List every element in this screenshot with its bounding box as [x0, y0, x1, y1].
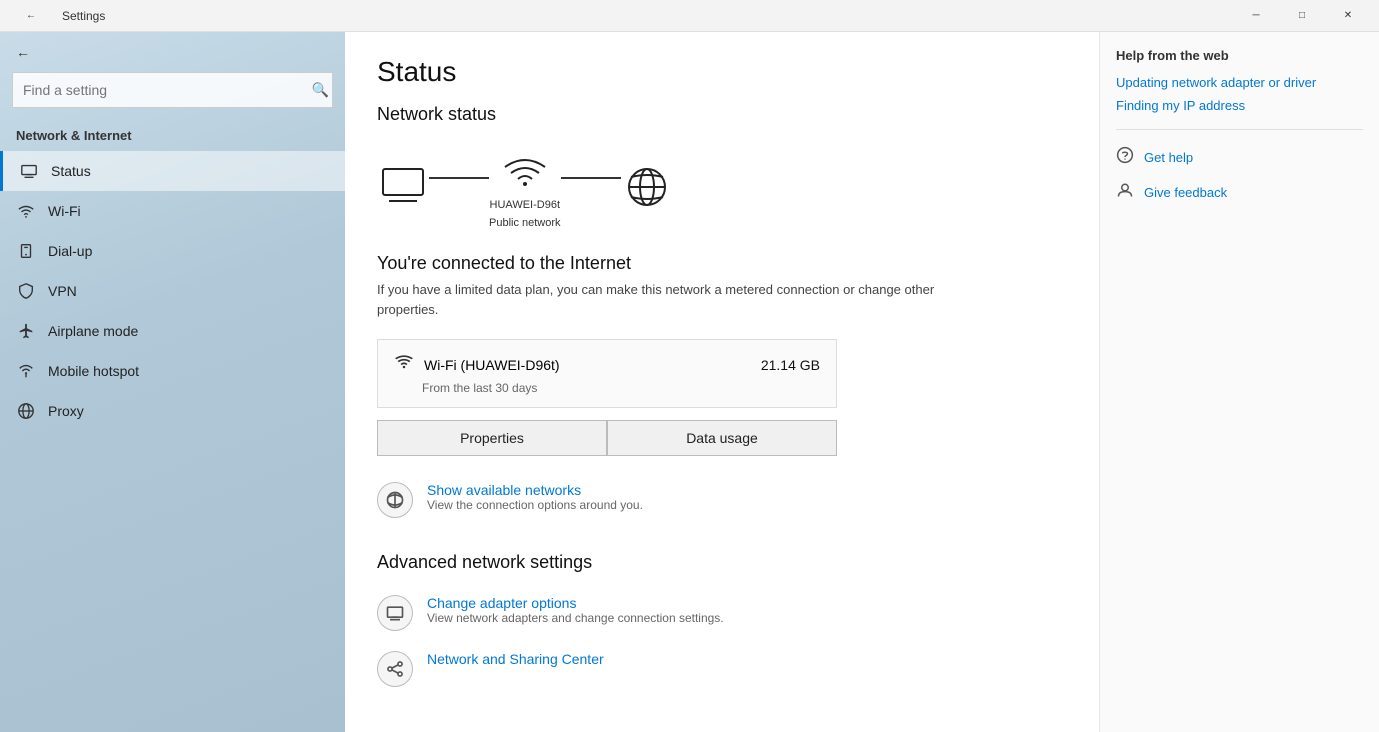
window-controls: ─ □ ✕: [1233, 0, 1371, 32]
network-card-header: Wi-Fi (HUAWEI-D96t) 21.14 GB: [394, 352, 820, 377]
minimize-button[interactable]: ─: [1233, 0, 1279, 32]
sidebar-item-wifi[interactable]: Wi-Fi: [0, 191, 345, 231]
close-button[interactable]: ✕: [1325, 0, 1371, 32]
wifi-signal-icon: HUAWEI-D96t Public network: [489, 145, 561, 229]
sidebar-item-dialup[interactable]: Dial-up: [0, 231, 345, 271]
sidebar-item-vpn[interactable]: VPN: [0, 271, 345, 311]
globe-icon: [621, 163, 673, 211]
show-networks-row[interactable]: Show available networks View the connect…: [377, 472, 1067, 528]
give-feedback-icon: [1116, 181, 1134, 204]
get-help-icon: [1116, 146, 1134, 169]
wifi-icon: [16, 201, 36, 221]
proxy-icon: [16, 401, 36, 421]
help-divider: [1116, 129, 1363, 130]
wifi-card-icon: [394, 352, 414, 377]
network-card: Wi-Fi (HUAWEI-D96t) 21.14 GB From the la…: [377, 339, 837, 408]
sidebar-item-hotspot[interactable]: Mobile hotspot: [0, 351, 345, 391]
give-feedback-text[interactable]: Give feedback: [1144, 185, 1227, 200]
show-networks-text: Show available networks View the connect…: [427, 482, 643, 512]
main-content: Status Network status: [345, 32, 1099, 732]
sidebar-label-airplane: Airplane mode: [48, 323, 138, 339]
network-diagram: HUAWEI-D96t Public network: [377, 145, 1067, 229]
network-buttons: Properties Data usage: [377, 420, 837, 456]
help-panel-title: Help from the web: [1116, 48, 1363, 63]
change-adapter-text: Change adapter options View network adap…: [427, 595, 724, 625]
network-name-row: Wi-Fi (HUAWEI-D96t): [394, 352, 560, 377]
network-sharing-row[interactable]: Network and Sharing Center: [377, 641, 1067, 697]
airplane-icon: [16, 321, 36, 341]
change-adapter-icon: [377, 595, 413, 631]
show-networks-sub: View the connection options around you.: [427, 498, 643, 512]
back-icon: ←: [16, 44, 30, 60]
network-sharing-text: Network and Sharing Center: [427, 651, 604, 667]
sidebar-label-dialup: Dial-up: [48, 243, 92, 259]
pc-icon: [377, 163, 429, 211]
sidebar-item-proxy[interactable]: Proxy: [0, 391, 345, 431]
help-link-1[interactable]: Updating network adapter or driver: [1116, 75, 1363, 90]
status-icon: [19, 161, 39, 181]
search-container: 🔍: [12, 72, 333, 108]
network-name-label: HUAWEI-D96t: [490, 199, 561, 211]
get-help-action[interactable]: Get help: [1116, 146, 1363, 169]
help-link-2[interactable]: Finding my IP address: [1116, 98, 1363, 113]
get-help-text[interactable]: Get help: [1144, 150, 1193, 165]
network-sharing-icon: [377, 651, 413, 687]
app-title: Settings: [62, 9, 105, 23]
connected-title: You're connected to the Internet: [377, 253, 1067, 274]
sidebar-label-proxy: Proxy: [48, 403, 84, 419]
right-panel: Help from the web Updating network adapt…: [1099, 32, 1379, 732]
network-type-label: Public network: [489, 217, 561, 229]
sidebar-item-status[interactable]: Status: [0, 151, 345, 191]
line-2: [561, 177, 621, 179]
line-1: [429, 177, 489, 179]
show-networks-title[interactable]: Show available networks: [427, 482, 643, 498]
show-networks-icon: [377, 482, 413, 518]
title-bar: ← Settings ─ □ ✕: [0, 0, 1379, 32]
connected-desc: If you have a limited data plan, you can…: [377, 280, 997, 319]
sidebar-section-title: Network & Internet: [0, 120, 345, 151]
wifi-card-sub: From the last 30 days: [422, 381, 820, 395]
vpn-icon: [16, 281, 36, 301]
back-button[interactable]: ←: [8, 0, 54, 32]
sidebar: ← 🔍 Network & Internet Status: [0, 32, 345, 732]
wifi-card-name: Wi-Fi (HUAWEI-D96t): [424, 357, 560, 373]
change-adapter-sub: View network adapters and change connect…: [427, 611, 724, 625]
give-feedback-action[interactable]: Give feedback: [1116, 181, 1363, 204]
search-icon-button[interactable]: 🔍: [312, 82, 329, 99]
network-sharing-title[interactable]: Network and Sharing Center: [427, 651, 604, 667]
sidebar-label-vpn: VPN: [48, 283, 77, 299]
data-usage-button[interactable]: Data usage: [607, 420, 837, 456]
network-status-title: Network status: [377, 104, 1067, 125]
sidebar-back[interactable]: ←: [0, 32, 345, 72]
change-adapter-title[interactable]: Change adapter options: [427, 595, 724, 611]
page-title: Status: [377, 56, 1067, 88]
dialup-icon: [16, 241, 36, 261]
wifi-data-usage: 21.14 GB: [761, 357, 820, 373]
sidebar-label-wifi: Wi-Fi: [48, 203, 81, 219]
sidebar-label-status: Status: [51, 163, 91, 179]
hotspot-icon: [16, 361, 36, 381]
sidebar-label-hotspot: Mobile hotspot: [48, 363, 139, 379]
advanced-title: Advanced network settings: [377, 552, 1067, 573]
change-adapter-row[interactable]: Change adapter options View network adap…: [377, 585, 1067, 641]
app-body: ← 🔍 Network & Internet Status: [0, 32, 1379, 732]
title-bar-left: ← Settings: [8, 0, 105, 32]
maximize-button[interactable]: □: [1279, 0, 1325, 32]
sidebar-item-airplane[interactable]: Airplane mode: [0, 311, 345, 351]
properties-button[interactable]: Properties: [377, 420, 607, 456]
search-input[interactable]: [12, 72, 333, 108]
